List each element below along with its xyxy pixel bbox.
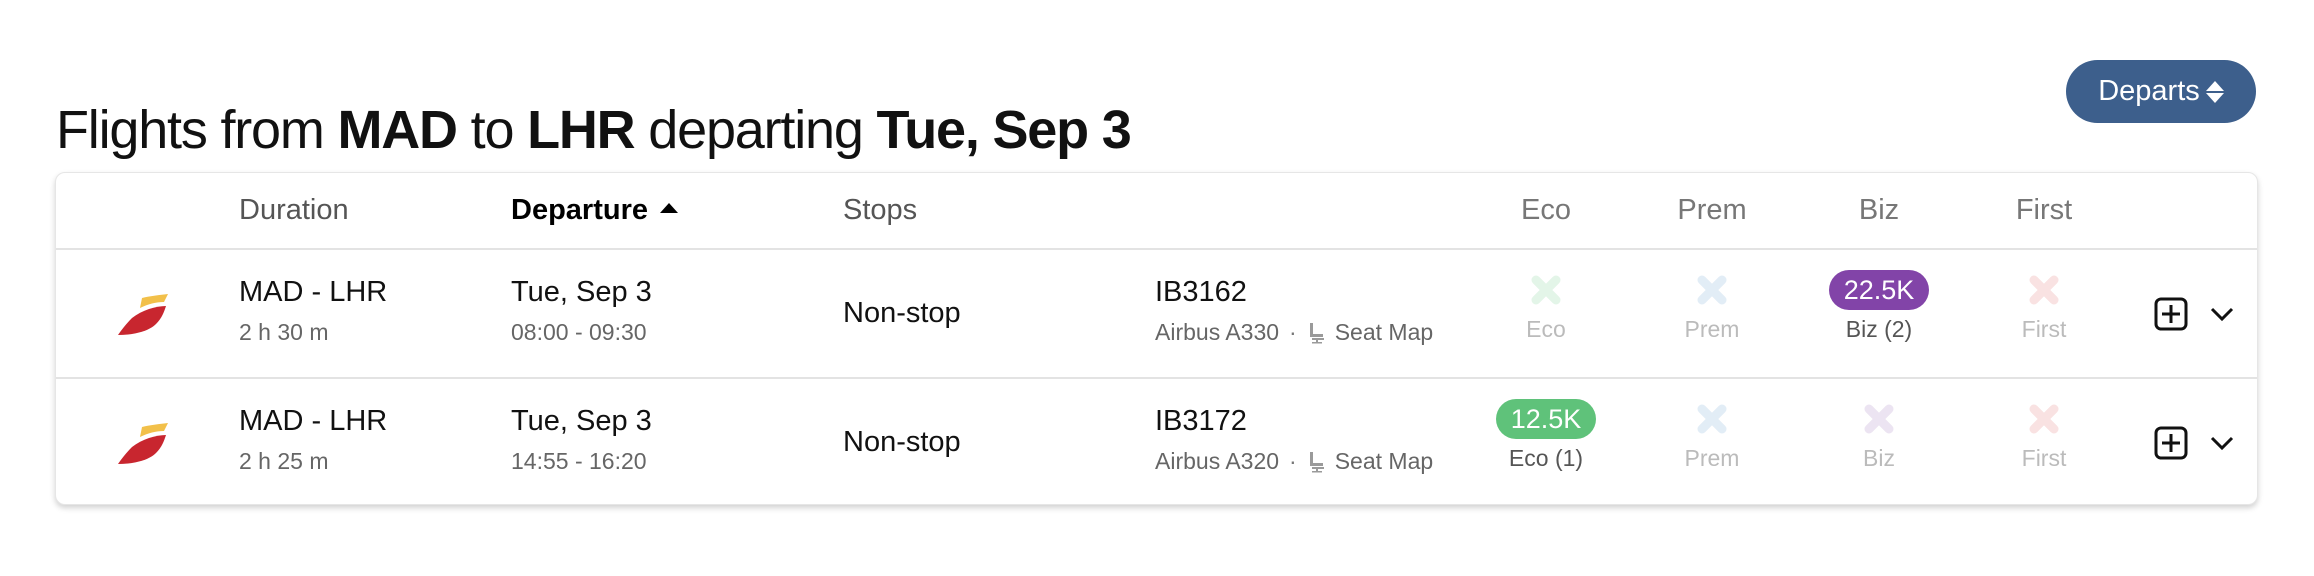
stops: Non-stop: [843, 297, 961, 329]
unavailable-x-icon: [1531, 275, 1561, 305]
flight-number: IB3162: [1155, 276, 1247, 308]
route-cell: MAD - LHR 2 h 25 m: [239, 405, 387, 475]
column-header-label: First: [2015, 194, 2073, 226]
route: MAD - LHR: [239, 276, 388, 308]
add-flight-plus-icon[interactable]: [2154, 426, 2188, 460]
cabin-prem: Prem: [1642, 399, 1782, 472]
aircraft: Airbus A320: [1155, 448, 1280, 474]
title-part: Flights from: [56, 100, 338, 161]
stops: Non-stop: [843, 426, 961, 458]
sort-ascending-icon: [660, 203, 678, 214]
destination-code: LHR: [527, 100, 636, 161]
flights-table: Duration Departure Stops Eco Prem Biz Fi…: [55, 172, 2258, 505]
sort-up-down-icon: [2205, 80, 2224, 103]
seat-map-link[interactable]: Seat Map: [1307, 319, 1433, 346]
unavailable-x-icon: [1864, 404, 1894, 434]
route: MAD - LHR: [239, 405, 388, 437]
departure-date: Tue, Sep 3: [511, 405, 652, 437]
cabin-label: Biz: [1863, 445, 1895, 471]
title-part: to: [456, 100, 528, 161]
price-badge-eco[interactable]: 12.5K: [1495, 399, 1597, 439]
flight-cell: IB3162 Airbus A330 · Seat Map: [1155, 276, 1433, 346]
aircraft: Airbus A330: [1155, 319, 1280, 345]
flight-number: IB3172: [1155, 405, 1247, 437]
seat-map-label: Seat Map: [1334, 319, 1434, 345]
expand-chevron-down-icon[interactable]: [2208, 303, 2236, 325]
column-header-prem[interactable]: Prem: [1677, 173, 1746, 248]
column-header-departure[interactable]: Departure: [511, 173, 678, 248]
column-header-stops[interactable]: Stops: [843, 173, 917, 248]
cabin-label: Eco: [1526, 316, 1566, 342]
cabin-eco: Eco: [1476, 270, 1616, 343]
column-header-biz[interactable]: Biz: [1859, 173, 1899, 248]
seat-icon: [1309, 451, 1324, 472]
cabin-eco: 12.5K Eco (1): [1476, 399, 1616, 472]
column-header-eco[interactable]: Eco: [1521, 173, 1571, 248]
column-header-first[interactable]: First: [2016, 173, 2072, 248]
cabin-first: First: [1974, 270, 2114, 343]
cabin-label: Biz (2): [1845, 316, 1913, 342]
column-header-label: Biz: [1858, 194, 1900, 226]
column-header-label: Eco: [1521, 194, 1571, 226]
flight-cell: IB3172 Airbus A320 · Seat Map: [1155, 405, 1433, 475]
expand-chevron-down-icon[interactable]: [2208, 432, 2236, 454]
origin-code: MAD: [337, 100, 458, 161]
column-header-duration[interactable]: Duration: [239, 173, 349, 248]
unavailable-x-icon: [1697, 404, 1727, 434]
table-row[interactable]: MAD - LHR 2 h 25 m Tue, Sep 3 14:55 - 16…: [56, 379, 2257, 504]
column-header-label: Stops: [843, 194, 918, 226]
column-header-label: Duration: [239, 194, 349, 226]
duration: 2 h 30 m: [239, 319, 329, 345]
cabin-label: Eco (1): [1508, 445, 1584, 471]
column-header-label: Departure: [511, 194, 648, 226]
unavailable-x-icon: [2029, 275, 2059, 305]
unavailable-x-icon: [2029, 404, 2059, 434]
route-cell: MAD - LHR 2 h 30 m: [239, 276, 387, 346]
cabin-prem: Prem: [1642, 270, 1782, 343]
departure-cell: Tue, Sep 3 08:00 - 09:30: [511, 276, 652, 346]
separator: ·: [1289, 319, 1297, 345]
cabin-biz: 22.5K Biz (2): [1809, 270, 1949, 343]
price-badge-biz[interactable]: 22.5K: [1828, 270, 1930, 310]
add-flight-plus-icon[interactable]: [2154, 297, 2188, 331]
departure-date: Tue, Sep 3: [876, 100, 1131, 161]
table-header: Duration Departure Stops Eco Prem Biz Fi…: [56, 173, 2257, 250]
cabin-label: First: [2021, 445, 2067, 471]
column-header-label: Prem: [1677, 194, 1747, 226]
iberia-logo-icon: [118, 423, 168, 464]
cabin-label: First: [2021, 316, 2067, 342]
table-row[interactable]: MAD - LHR 2 h 30 m Tue, Sep 3 08:00 - 09…: [56, 250, 2257, 379]
departure-date: Tue, Sep 3: [511, 276, 652, 308]
seat-map-label: Seat Map: [1334, 448, 1434, 474]
unavailable-x-icon: [1697, 275, 1727, 305]
separator: ·: [1289, 448, 1297, 474]
title-part: departing: [634, 100, 877, 161]
cabin-label: Prem: [1684, 316, 1740, 342]
iberia-logo-icon: [118, 294, 168, 335]
seat-icon: [1309, 322, 1324, 343]
cabin-label: Prem: [1684, 445, 1740, 471]
cabin-first: First: [1974, 399, 2114, 472]
departure-times: 08:00 - 09:30: [511, 319, 647, 345]
departure-times: 14:55 - 16:20: [511, 448, 647, 474]
page-title: Flights from MAD to LHR departing Tue, S…: [56, 92, 1132, 168]
duration: 2 h 25 m: [239, 448, 329, 474]
departure-cell: Tue, Sep 3 14:55 - 16:20: [511, 405, 652, 475]
seat-map-link[interactable]: Seat Map: [1307, 448, 1433, 475]
sort-departs-button[interactable]: Departs: [2066, 60, 2256, 123]
cabin-biz: Biz: [1809, 399, 1949, 472]
sort-button-label: Departs: [2098, 75, 2200, 107]
